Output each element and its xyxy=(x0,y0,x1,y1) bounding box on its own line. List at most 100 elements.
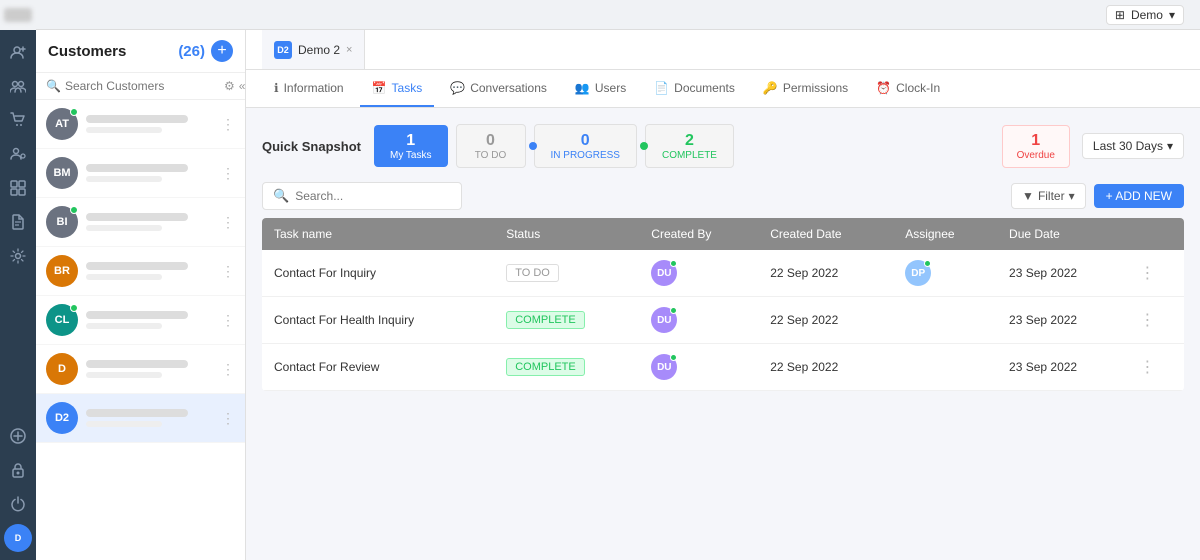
date-range-label: Last 30 Days xyxy=(1093,139,1163,153)
due-date-cell: 23 Sep 2022 xyxy=(997,344,1127,391)
nav-icon-groups[interactable] xyxy=(4,72,32,100)
row-menu-icon[interactable]: ⋮ xyxy=(1139,265,1155,282)
filter-icon: ▼ xyxy=(1022,189,1034,203)
tasks-tab-label: Tasks xyxy=(392,81,423,95)
task-name-cell: Contact For Inquiry xyxy=(262,250,494,297)
created-by-cell: DU xyxy=(639,250,758,297)
nav-icon-documents[interactable] xyxy=(4,208,32,236)
tab-conversations[interactable]: 💬 Conversations xyxy=(438,70,559,107)
created-by-avatar: DU xyxy=(651,307,677,333)
tab-tasks[interactable]: 📅 Tasks xyxy=(360,70,435,107)
nav-icon-cart[interactable] xyxy=(4,106,32,134)
customer-list-item[interactable]: D2 ⋮ xyxy=(36,394,245,443)
app-name: Demo xyxy=(1131,8,1163,22)
grid-icon: ⊞ xyxy=(1115,8,1125,22)
customer-item-menu[interactable]: ⋮ xyxy=(221,263,235,280)
nav-icon-add[interactable] xyxy=(4,422,32,450)
status-badge: COMPLETE xyxy=(506,311,585,329)
status-cell: COMPLETE xyxy=(494,344,639,391)
complete-card[interactable]: 2 COMPLETE xyxy=(645,124,734,168)
customer-list-item[interactable]: D ⋮ xyxy=(36,345,245,394)
row-menu-icon[interactable]: ⋮ xyxy=(1139,359,1155,376)
row-menu-icon[interactable]: ⋮ xyxy=(1139,312,1155,329)
customer-sub-blur xyxy=(86,176,162,182)
col-header-actions xyxy=(1127,218,1184,250)
customer-item-menu[interactable]: ⋮ xyxy=(221,116,235,133)
customer-name-blur xyxy=(86,262,188,270)
customer-info xyxy=(86,164,213,182)
complete-count: 2 xyxy=(685,131,694,150)
created-date-cell: 22 Sep 2022 xyxy=(758,344,893,391)
customer-item-menu[interactable]: ⋮ xyxy=(221,312,235,329)
created-by-cell: DU xyxy=(639,344,758,391)
nav-icon-settings[interactable] xyxy=(4,242,32,270)
in-progress-label: IN PROGRESS xyxy=(551,150,620,161)
nav-user-avatar[interactable]: D xyxy=(4,524,32,552)
overdue-count: 1 xyxy=(1017,132,1055,150)
customer-sub-blur xyxy=(86,225,162,231)
customer-info xyxy=(86,262,213,280)
documents-tab-icon: 📄 xyxy=(654,81,669,95)
nav-icon-people-settings[interactable] xyxy=(4,140,32,168)
in-progress-count: 0 xyxy=(581,131,590,150)
table-row: Contact For Inquiry TO DO DU 22 Sep 2022… xyxy=(262,250,1184,297)
row-actions-cell[interactable]: ⋮ xyxy=(1127,250,1184,297)
add-new-button[interactable]: + ADD NEW xyxy=(1094,184,1184,208)
close-tab-icon[interactable]: × xyxy=(346,44,352,56)
nav-icon-lock[interactable] xyxy=(4,456,32,484)
information-tab-icon: ℹ xyxy=(274,81,279,95)
search-input[interactable] xyxy=(65,79,220,93)
row-actions-cell[interactable]: ⋮ xyxy=(1127,297,1184,344)
app-switcher[interactable]: ⊞ Demo ▾ xyxy=(1106,5,1184,25)
tasks-table: Task nameStatusCreated ByCreated DateAss… xyxy=(262,218,1184,391)
date-range-button[interactable]: Last 30 Days ▾ xyxy=(1082,133,1184,159)
status-cell: TO DO xyxy=(494,250,639,297)
todo-card[interactable]: 0 TO DO xyxy=(456,124,526,168)
tab-documents[interactable]: 📄 Documents xyxy=(642,70,747,107)
in-progress-card[interactable]: 0 IN PROGRESS xyxy=(534,124,637,168)
col-header-status: Status xyxy=(494,218,639,250)
my-tasks-card[interactable]: 1 My Tasks xyxy=(374,125,448,167)
customer-info xyxy=(86,360,213,378)
add-customer-button[interactable]: + xyxy=(211,40,233,62)
avatar: BI xyxy=(46,206,78,238)
customer-item-menu[interactable]: ⋮ xyxy=(221,214,235,231)
filter-button[interactable]: ▼ Filter ▾ xyxy=(1011,183,1086,209)
customer-info xyxy=(86,311,213,329)
todo-count: 0 xyxy=(486,131,495,150)
logo-area xyxy=(0,0,36,30)
table-search-input[interactable] xyxy=(295,189,451,203)
tab-information[interactable]: ℹ Information xyxy=(262,70,356,107)
customer-sub-blur xyxy=(86,323,162,329)
customer-list: AT ⋮ BM ⋮ BI ⋮ BR xyxy=(36,100,245,560)
sidebar: Customers (26) + 🔍 ⚙ «» AT ⋮ BM xyxy=(36,30,246,560)
assignee-cell xyxy=(893,297,997,344)
permissions-tab-icon: 🔑 xyxy=(763,81,778,95)
customer-item-menu[interactable]: ⋮ xyxy=(221,410,235,427)
tab-clock-in[interactable]: ⏰ Clock-In xyxy=(864,70,952,107)
tab-permissions[interactable]: 🔑 Permissions xyxy=(751,70,860,107)
task-name-cell: Contact For Health Inquiry xyxy=(262,297,494,344)
conversations-tab-label: Conversations xyxy=(470,81,547,95)
customer-list-item[interactable]: BM ⋮ xyxy=(36,149,245,198)
nav-icon-add-contact[interactable] xyxy=(4,38,32,66)
filter-icon[interactable]: ⚙ xyxy=(224,79,235,93)
tab-users[interactable]: 👥 Users xyxy=(563,70,638,107)
row-actions-cell[interactable]: ⋮ xyxy=(1127,344,1184,391)
col-header-created_by: Created By xyxy=(639,218,758,250)
customer-list-item[interactable]: BR ⋮ xyxy=(36,247,245,296)
customer-list-item[interactable]: AT ⋮ xyxy=(36,100,245,149)
customer-list-item[interactable]: CL ⋮ xyxy=(36,296,245,345)
nav-icon-modules[interactable] xyxy=(4,174,32,202)
nav-icon-power[interactable] xyxy=(4,490,32,518)
due-date-cell: 23 Sep 2022 xyxy=(997,250,1127,297)
search-table-icon: 🔍 xyxy=(273,188,289,204)
chevron-down-icon: ▾ xyxy=(1167,139,1173,153)
table-row: Contact For Review COMPLETE DU 22 Sep 20… xyxy=(262,344,1184,391)
customer-item-menu[interactable]: ⋮ xyxy=(221,165,235,182)
avatar: D2 xyxy=(46,402,78,434)
task-name-cell: Contact For Review xyxy=(262,344,494,391)
customer-item-menu[interactable]: ⋮ xyxy=(221,361,235,378)
customer-list-item[interactable]: BI ⋮ xyxy=(36,198,245,247)
demo-tab[interactable]: D2 Demo 2 × xyxy=(262,30,365,69)
